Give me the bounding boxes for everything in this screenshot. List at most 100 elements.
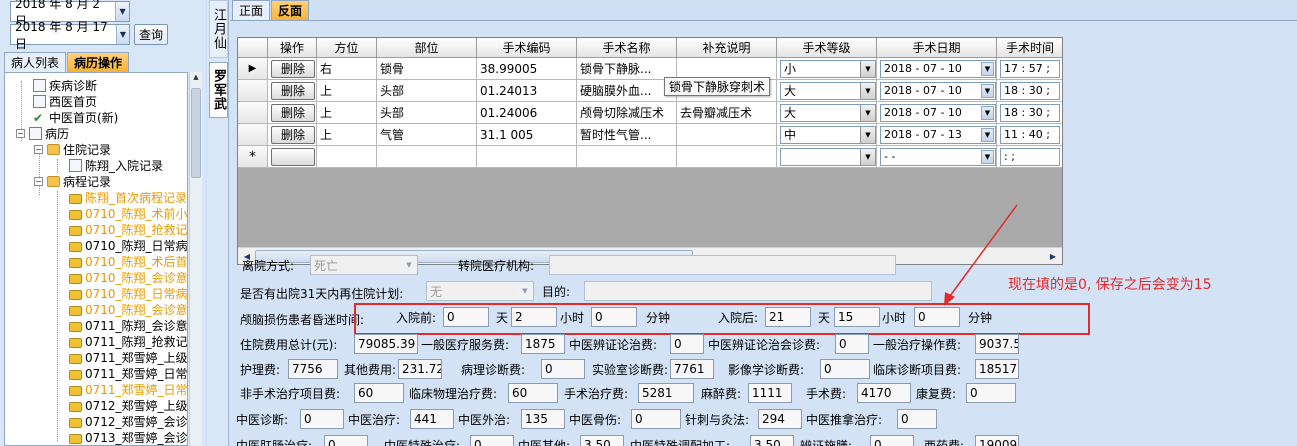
tree-item[interactable]: 0711_郑雪婷_日常 — [69, 381, 187, 397]
time-field[interactable]: 17 : 57 ; — [1000, 59, 1060, 78]
delete-button[interactable]: 删除 — [271, 103, 315, 122]
pathology-fee-field[interactable]: 0 — [541, 359, 585, 379]
tree-item[interactable]: 0710_陈翔_术前小 — [69, 205, 187, 221]
collapse-icon[interactable]: − — [16, 128, 25, 138]
tree-item[interactable]: − 病历 — [16, 125, 69, 141]
grid-header[interactable]: 手术名称 — [577, 38, 677, 58]
grid-cell[interactable] — [477, 146, 577, 168]
tree-item[interactable]: 疾病诊断 — [33, 77, 97, 93]
tree-item[interactable]: 陈翔_首次病程记录 — [69, 189, 187, 205]
chevron-down-icon[interactable]: ▼ — [981, 61, 994, 76]
grid-cell[interactable]: 上 — [317, 102, 377, 124]
lab-fee-field[interactable]: 7761 — [670, 359, 714, 379]
chevron-down-icon[interactable]: ▼ — [518, 283, 532, 299]
chevron-down-icon[interactable]: ▼ — [115, 2, 129, 21]
grid-cell[interactable]: 上 — [317, 124, 377, 146]
grid-cell[interactable]: 01.24013 — [477, 80, 577, 102]
row-new-icon[interactable]: * — [238, 146, 268, 168]
level-select[interactable]: ▼ — [780, 147, 876, 166]
total-fee-field[interactable]: 79085.39 — [354, 334, 418, 354]
grid-cell[interactable]: 锁骨下静脉... — [577, 58, 677, 80]
grid-cell[interactable]: 头部 — [377, 102, 477, 124]
chevron-down-icon[interactable]: ▼ — [860, 104, 875, 121]
grid-cell[interactable]: 去骨瓣减压术 — [677, 102, 777, 124]
tab-patient-list[interactable]: 病人列表 — [4, 52, 67, 72]
date-picker[interactable]: 2018 - 07 - 10 ▼ — [880, 103, 996, 122]
tree-item[interactable]: 0713_郑雪婷_会诊 — [69, 429, 187, 445]
tab-record-operations[interactable]: 病历操作 — [67, 52, 130, 72]
general-service-field[interactable]: 1875 — [521, 334, 565, 354]
scroll-up-icon[interactable]: ▲ — [190, 73, 202, 87]
tree-item[interactable]: 西医首页 — [33, 93, 97, 109]
grid-cell[interactable] — [677, 124, 777, 146]
time-field[interactable]: 18 : 30 ; — [1000, 103, 1060, 122]
grid-cell[interactable]: 38.99005 — [477, 58, 577, 80]
tree-item[interactable]: 0712_郑雪婷_会诊 — [69, 413, 187, 429]
tree-item[interactable]: 0711_陈翔_会诊意 — [69, 317, 187, 333]
tab-back[interactable]: 反面 — [271, 0, 310, 20]
tree-item[interactable]: − 病程记录 — [34, 173, 111, 189]
tree-item[interactable]: 0710_陈翔_抢救记 — [69, 221, 187, 237]
tab-front[interactable]: 正面 — [232, 0, 271, 20]
chevron-down-icon[interactable]: ▼ — [402, 257, 416, 273]
grid-cell[interactable]: 气管 — [377, 124, 477, 146]
chevron-down-icon[interactable]: ▼ — [981, 83, 994, 98]
row-header[interactable] — [238, 80, 268, 102]
scrollbar-thumb[interactable] — [191, 88, 201, 178]
prep-field[interactable]: 3.50 — [750, 435, 794, 446]
tree-item[interactable]: 0710_陈翔_日常病 — [69, 237, 187, 253]
tree-item[interactable]: − 住院记录 — [34, 141, 111, 157]
tree-item[interactable]: 0711_陈翔_抢救记 — [69, 333, 187, 349]
tree-item[interactable]: 0711_郑雪婷_日常 — [69, 365, 187, 381]
chevron-down-icon[interactable]: ▼ — [981, 105, 994, 120]
grid-header[interactable]: 补充说明 — [677, 38, 777, 58]
physio-field[interactable]: 60 — [508, 383, 558, 403]
special-field[interactable]: 0 — [470, 435, 514, 446]
date-picker[interactable]: - - ▼ — [880, 147, 996, 166]
row-header[interactable] — [238, 124, 268, 146]
nursing-fee-field[interactable]: 7756 — [288, 359, 338, 379]
collapse-icon[interactable]: − — [34, 144, 43, 154]
grid-header[interactable]: 手术时间 — [997, 38, 1062, 58]
chevron-down-icon[interactable]: ▼ — [981, 127, 994, 142]
tree-item[interactable]: ✔ 中医首页(新) — [33, 109, 118, 125]
scroll-right-icon[interactable]: ▶ — [1046, 250, 1060, 263]
delete-button[interactable]: 删除 — [271, 59, 315, 78]
chevron-down-icon[interactable]: ▼ — [115, 25, 129, 44]
grid-cell[interactable]: 锁骨 — [377, 58, 477, 80]
syndrome-field[interactable]: 0 — [870, 435, 914, 446]
clinical-diag-field[interactable]: 18517 — [975, 359, 1019, 379]
tree-item[interactable]: 0710_陈翔_会诊意 — [69, 269, 187, 285]
purpose-field[interactable] — [584, 281, 932, 301]
tab-patient-1[interactable]: 江月仙 — [209, 0, 228, 58]
grid-cell[interactable] — [677, 146, 777, 168]
tcm-ext-field[interactable]: 135 — [521, 409, 565, 429]
date-picker[interactable]: 2018 - 07 - 10 ▼ — [880, 59, 996, 78]
grid-cell[interactable] — [377, 146, 477, 168]
non-surg-field[interactable]: 60 — [354, 383, 404, 403]
date-to-field[interactable]: 2018 年 8 月 17 日 ▼ — [10, 20, 130, 51]
tree-item[interactable]: 0711_郑雪婷_上级 — [69, 349, 187, 365]
tab-patient-2[interactable]: 罗军武 — [209, 62, 228, 118]
grid-cell[interactable]: 01.24006 — [477, 102, 577, 124]
tree-item[interactable]: 0710_陈翔_日常病 — [69, 285, 187, 301]
new-row-button[interactable] — [271, 147, 315, 166]
level-select[interactable]: 小 ▼ — [780, 59, 876, 78]
grid-cell[interactable]: 暂时性气管... — [577, 124, 677, 146]
tcm-other-field[interactable]: 3.50 — [580, 435, 624, 446]
collapse-icon[interactable]: − — [34, 176, 43, 186]
delete-button[interactable]: 删除 — [271, 81, 315, 100]
grid-header[interactable]: 手术日期 — [877, 38, 997, 58]
anesthesia-field[interactable]: 1111 — [748, 383, 792, 403]
grid-cell[interactable]: 31.1 005 — [477, 124, 577, 146]
grid-header[interactable]: 部位 — [377, 38, 477, 58]
level-select[interactable]: 中 ▼ — [780, 125, 876, 144]
imaging-fee-field[interactable]: 0 — [820, 359, 870, 379]
tree-item[interactable]: 陈翔_入院记录 — [69, 157, 163, 173]
grid-cell[interactable]: 颅骨切除减压术 — [577, 102, 677, 124]
surg-treat-field[interactable]: 5281 — [638, 383, 694, 403]
readmit-select[interactable]: 无 ▼ — [426, 281, 534, 301]
row-current-icon[interactable]: ▶ — [238, 58, 268, 80]
tcm-bone-field[interactable]: 0 — [631, 409, 681, 429]
query-button[interactable]: 查询 — [134, 24, 168, 45]
